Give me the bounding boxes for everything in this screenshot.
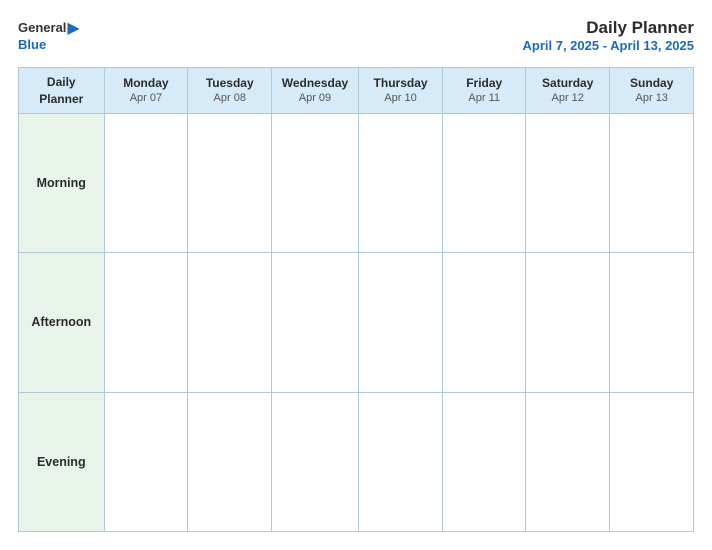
cell-1-5[interactable] <box>525 253 609 392</box>
page: General ▶ Blue Daily Planner April 7, 20… <box>0 0 712 550</box>
table-header-col-2: WednesdayApr 09 <box>272 68 358 114</box>
cell-1-4[interactable] <box>443 253 526 392</box>
cell-0-0[interactable] <box>104 113 188 252</box>
cell-2-6[interactable] <box>610 392 694 531</box>
cell-0-5[interactable] <box>525 113 609 252</box>
table-header-label: DailyPlanner <box>19 68 105 114</box>
row-label-1: Afternoon <box>19 253 105 392</box>
cell-1-0[interactable] <box>104 253 188 392</box>
cell-2-1[interactable] <box>188 392 272 531</box>
cell-2-3[interactable] <box>358 392 443 531</box>
row-label-2: Evening <box>19 392 105 531</box>
cell-1-1[interactable] <box>188 253 272 392</box>
cell-0-6[interactable] <box>610 113 694 252</box>
cell-1-3[interactable] <box>358 253 443 392</box>
calendar-table: DailyPlanner MondayApr 07TuesdayApr 08We… <box>18 67 694 532</box>
header: General ▶ Blue Daily Planner April 7, 20… <box>18 18 694 53</box>
table-header-col-4: FridayApr 11 <box>443 68 526 114</box>
cell-2-5[interactable] <box>525 392 609 531</box>
cell-0-1[interactable] <box>188 113 272 252</box>
table-header-col-3: ThursdayApr 10 <box>358 68 443 114</box>
cell-2-2[interactable] <box>272 392 358 531</box>
cell-0-4[interactable] <box>443 113 526 252</box>
table-row-2: Evening <box>19 392 694 531</box>
table-row-1: Afternoon <box>19 253 694 392</box>
planner-title: Daily Planner <box>523 18 695 38</box>
table-header-col-1: TuesdayApr 08 <box>188 68 272 114</box>
cell-1-6[interactable] <box>610 253 694 392</box>
row-label-0: Morning <box>19 113 105 252</box>
table-header-col-0: MondayApr 07 <box>104 68 188 114</box>
table-header-row: DailyPlanner MondayApr 07TuesdayApr 08We… <box>19 68 694 114</box>
logo-arrow-icon: ▶ <box>67 18 79 38</box>
logo-area: General ▶ Blue <box>18 18 80 52</box>
table-header-col-5: SaturdayApr 12 <box>525 68 609 114</box>
cell-0-2[interactable] <box>272 113 358 252</box>
cell-1-2[interactable] <box>272 253 358 392</box>
table-row-0: Morning <box>19 113 694 252</box>
cell-0-3[interactable] <box>358 113 443 252</box>
title-area: Daily Planner April 7, 2025 - April 13, … <box>523 18 695 53</box>
table-header-col-6: SundayApr 13 <box>610 68 694 114</box>
logo-blue-text: Blue <box>18 38 46 52</box>
logo-general-text: General <box>18 21 66 35</box>
cell-2-4[interactable] <box>443 392 526 531</box>
cell-2-0[interactable] <box>104 392 188 531</box>
planner-date-range: April 7, 2025 - April 13, 2025 <box>523 38 695 53</box>
